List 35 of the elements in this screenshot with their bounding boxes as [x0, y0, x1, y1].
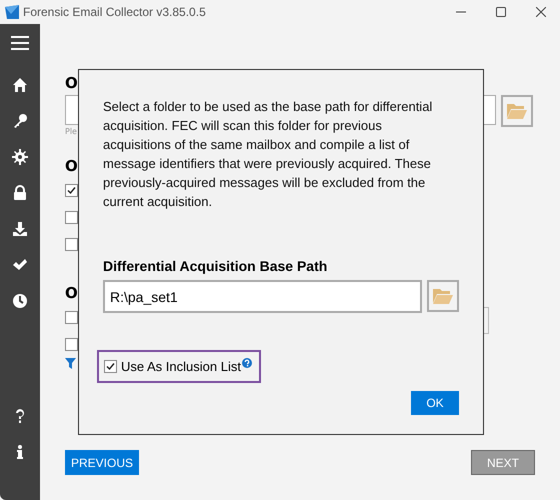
checkbox[interactable] — [65, 338, 78, 351]
folder-icon — [506, 102, 528, 120]
filter-icon[interactable] — [65, 358, 76, 369]
checkbox[interactable] — [104, 360, 117, 373]
path-field[interactable]: R:\pa_set1 — [103, 280, 422, 313]
checkbox[interactable] — [65, 184, 78, 197]
check-icon[interactable] — [12, 257, 28, 273]
checkbox[interactable] — [65, 238, 78, 251]
checkbox[interactable] — [65, 211, 78, 224]
home-icon[interactable] — [12, 77, 28, 93]
maximize-icon[interactable] — [496, 7, 506, 17]
close-icon[interactable] — [536, 7, 546, 17]
field-hint: Ple — [65, 127, 78, 138]
lock-icon[interactable] — [12, 185, 28, 201]
option-label: Use As Inclusion List — [121, 359, 241, 374]
dialog-message: Select a folder to be used as the base path for differential acquisition. FEC will scan this folder for previous acquisitions of the same mailbox and compile a list of message identifiers that were previously acquired. These previously-acquired messages will be excluded from the current acquisition. — [103, 98, 434, 211]
inclusion-option[interactable]: Use As Inclusion List — [97, 350, 261, 383]
window-title: Forensic Email Collector v3.85.0.5 — [23, 5, 206, 19]
menu-icon[interactable] — [10, 35, 30, 51]
checkmark-icon — [67, 186, 76, 195]
checkbox[interactable] — [65, 311, 78, 324]
checkmark-icon — [106, 362, 115, 371]
section-heading: O — [65, 157, 78, 177]
path-label: Differential Acquisition Base Path — [103, 258, 328, 274]
ok-button[interactable]: OK — [411, 391, 459, 415]
section-heading: O — [65, 284, 78, 304]
clock-icon[interactable] — [12, 293, 28, 309]
folder-icon — [432, 287, 454, 305]
previous-button[interactable]: PREVIOUS — [65, 450, 140, 475]
help-icon[interactable] — [242, 358, 252, 368]
key-icon[interactable] — [12, 113, 28, 129]
app-logo-icon — [4, 4, 20, 20]
section-heading: O — [65, 74, 78, 94]
download-icon[interactable] — [12, 221, 28, 237]
gear-icon[interactable] — [12, 149, 28, 165]
